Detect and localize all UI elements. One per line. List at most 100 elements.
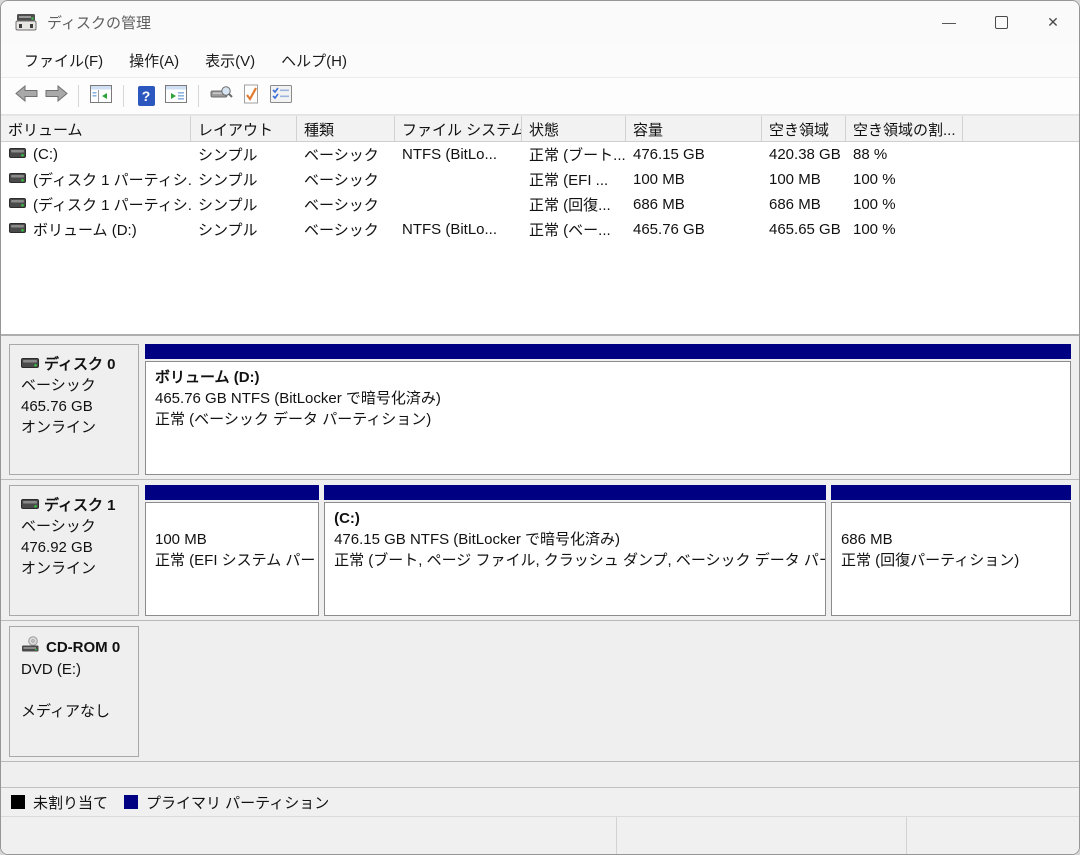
minimize-icon: — (942, 14, 956, 30)
cell-capacity: 476.15 GB (633, 146, 705, 163)
column-header-capacity[interactable]: 容量 (626, 116, 762, 141)
minimize-button[interactable]: — (923, 1, 975, 43)
volume-drive-icon (9, 146, 26, 163)
volume-drive-icon (9, 221, 26, 238)
disk1-partitions: 100 MB 正常 (EFI システム パー (C:) 476.15 GB NT… (145, 485, 1071, 616)
primary-partition-bar (145, 485, 320, 500)
primary-partition-bar (324, 485, 826, 500)
window-controls: — ✕ (923, 1, 1079, 43)
close-icon: ✕ (1047, 13, 1059, 30)
help-icon: ? (137, 86, 155, 106)
disk-size: 476.92 GB (21, 539, 93, 556)
toolbar-separator (198, 85, 199, 107)
rescan-disks-button[interactable] (206, 82, 236, 110)
table-row[interactable]: (ディスク 1 パーティシ... シンプル ベーシック 正常 (回復... 68… (1, 192, 1079, 217)
column-header-layout[interactable]: レイアウト (191, 116, 297, 141)
cdrom0-label[interactable]: CD-ROM 0 DVD (E:) メディアなし (9, 626, 139, 757)
console-tree-button[interactable] (86, 82, 116, 110)
cell-free-space: 686 MB (769, 196, 821, 213)
cell-status: 正常 (ベー... (529, 222, 611, 239)
column-header-free-space[interactable]: 空き領域 (762, 116, 846, 141)
volume-list-header: ボリューム レイアウト 種類 ファイル システム 状態 容量 空き領域 空き領域… (1, 116, 1079, 142)
partition-detail: 686 MB (840, 531, 893, 548)
disk-row-disk1: ディスク 1 ベーシック 476.92 GB オンライン 100 MB 正常 (… (1, 480, 1079, 621)
back-arrow-icon (14, 84, 38, 107)
column-header-volume[interactable]: ボリューム (1, 116, 191, 141)
cdrom0-media-area (145, 626, 1071, 757)
disk-status: オンライン (21, 419, 97, 436)
table-row[interactable]: (ディスク 1 パーティシ... シンプル ベーシック 正常 (EFI ... … (1, 167, 1079, 192)
action-pane-button[interactable] (161, 82, 191, 110)
status-segment (1, 817, 616, 854)
partition-title: ボリューム (D:) (155, 369, 260, 386)
unallocated-label: 未割り当て (33, 794, 109, 812)
disk0-partitions: ボリューム (D:) 465.76 GB NTFS (BitLocker で暗号… (145, 344, 1071, 475)
cell-free-pct: 100 % (853, 221, 896, 238)
toolbar-separator (78, 85, 79, 107)
disk-drive-icon (15, 13, 37, 31)
action-pane-icon (165, 84, 187, 108)
partition-detail: 正常 (回復パーティション) (840, 552, 1020, 569)
titlebar: ディスクの管理 — ✕ (1, 1, 1079, 43)
cell-type: ベーシック (304, 172, 379, 189)
partition-title: (C:) (334, 510, 360, 527)
disk-size: 465.76 GB (21, 398, 93, 415)
disk-name: ディスク 1 (44, 497, 116, 514)
toolbar: ? (1, 78, 1079, 115)
cell-status: 正常 (EFI ... (529, 172, 609, 189)
help-button[interactable]: ? (131, 82, 161, 110)
disk-icon (21, 495, 39, 516)
back-button[interactable] (11, 82, 41, 110)
checklist-button[interactable] (266, 82, 296, 110)
menu-action[interactable]: 操作(A) (116, 46, 192, 75)
cell-free-pct: 88 % (853, 146, 888, 163)
cell-filesystem (395, 196, 522, 213)
cell-status: 正常 (ブート... (529, 147, 626, 164)
maximize-button[interactable] (975, 1, 1027, 43)
partition-c[interactable]: (C:) 476.15 GB NTFS (BitLocker で暗号化済み) 正… (324, 485, 826, 616)
partition-detail: 正常 (EFI システム パー (155, 552, 316, 569)
disk-kind: DVD (E:) (21, 661, 81, 678)
disk-graphical-view: ディスク 0 ベーシック 465.76 GB オンライン ボリューム (D:) … (1, 334, 1079, 787)
cell-volume: (C:) (33, 146, 58, 163)
disk1-label[interactable]: ディスク 1 ベーシック 476.92 GB オンライン (9, 485, 139, 616)
column-header-filler (963, 116, 1079, 141)
disk-status: メディアなし (21, 703, 110, 720)
column-header-free-pct[interactable]: 空き領域の割... (846, 116, 963, 141)
cell-filesystem: NTFS (BitLo... (402, 146, 498, 163)
cell-filesystem: NTFS (BitLo... (402, 221, 498, 238)
status-segment (906, 817, 1079, 854)
cell-layout: シンプル (198, 172, 258, 189)
menu-help[interactable]: ヘルプ(H) (268, 46, 360, 75)
disk-status: オンライン (21, 560, 97, 577)
cell-free-space: 100 MB (769, 171, 821, 188)
disk-kind: ベーシック (21, 518, 96, 535)
cell-type: ベーシック (304, 147, 379, 164)
partition-efi[interactable]: 100 MB 正常 (EFI システム パー (145, 485, 320, 616)
menu-file[interactable]: ファイル(F) (11, 46, 116, 75)
partition-volume-d[interactable]: ボリューム (D:) 465.76 GB NTFS (BitLocker で暗号… (145, 344, 1071, 475)
table-row[interactable]: ボリューム (D:) シンプル ベーシック NTFS (BitLo... 正常 … (1, 217, 1079, 242)
column-header-filesystem[interactable]: ファイル システム (395, 116, 522, 141)
cell-layout: シンプル (198, 147, 258, 164)
partition-recovery[interactable]: 686 MB 正常 (回復パーティション) (830, 485, 1071, 616)
close-button[interactable]: ✕ (1027, 1, 1079, 43)
forward-button[interactable] (41, 82, 71, 110)
cell-status: 正常 (回復... (529, 197, 611, 214)
table-row[interactable]: (C:) シンプル ベーシック NTFS (BitLo... 正常 (ブート..… (1, 142, 1079, 167)
cell-free-pct: 100 % (853, 196, 896, 213)
cell-layout: シンプル (198, 222, 258, 239)
volume-drive-icon (9, 171, 26, 188)
disk0-label[interactable]: ディスク 0 ベーシック 465.76 GB オンライン (9, 344, 139, 475)
cdrom-icon (21, 636, 41, 659)
cell-volume: (ディスク 1 パーティシ... (33, 197, 191, 214)
column-header-status[interactable]: 状態 (522, 116, 626, 141)
disk-management-window: ディスクの管理 — ✕ ファイル(F) 操作(A) 表示(V) ヘルプ(H) ?… (0, 0, 1080, 855)
menu-view[interactable]: 表示(V) (192, 46, 268, 75)
primary-partition-label: プライマリ パーティション (146, 794, 330, 812)
volume-list: ボリューム レイアウト 種類 ファイル システム 状態 容量 空き領域 空き領域… (1, 115, 1079, 334)
check-document-button[interactable] (236, 82, 266, 110)
column-header-type[interactable]: 種類 (297, 116, 395, 141)
disk-name: ディスク 0 (44, 356, 116, 373)
cell-free-space: 420.38 GB (769, 146, 841, 163)
